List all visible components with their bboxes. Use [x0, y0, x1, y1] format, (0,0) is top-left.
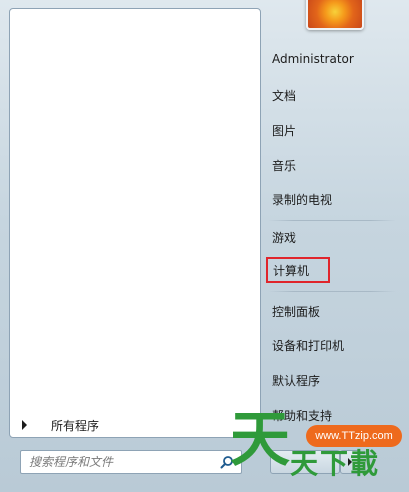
expand-arrow-icon: [22, 420, 27, 430]
user-name-item[interactable]: Administrator: [266, 46, 392, 72]
all-programs-label: 所有程序: [51, 418, 100, 433]
music-item[interactable]: 音乐: [266, 152, 392, 178]
control-panel-item[interactable]: 控制面板: [266, 298, 392, 324]
devices-printers-item[interactable]: 设备和打印机: [266, 332, 392, 358]
all-programs-item[interactable]: 所有程序: [20, 415, 256, 435]
search-icon[interactable]: [217, 452, 237, 472]
search-input[interactable]: [21, 455, 217, 469]
shutdown-options-button[interactable]: [340, 450, 360, 474]
programs-panel: 所有程序: [9, 8, 261, 438]
arrow-right-icon: [348, 458, 352, 466]
computer-item[interactable]: 计算机: [266, 257, 330, 283]
games-item[interactable]: 游戏: [266, 224, 392, 250]
search-box[interactable]: [20, 450, 242, 474]
start-menu: 所有程序 Administrator 文档 图片 音乐 录制的电视 游戏 计算机…: [0, 0, 409, 492]
separator: [268, 291, 396, 292]
separator: [268, 220, 396, 221]
watermark-badge: www.TTzip.com: [306, 425, 402, 447]
recorded-tv-item[interactable]: 录制的电视: [266, 186, 392, 212]
pictures-item[interactable]: 图片: [266, 117, 392, 143]
default-programs-item[interactable]: 默认程序: [266, 367, 392, 393]
documents-item[interactable]: 文档: [266, 82, 392, 108]
places-panel: Administrator 文档 图片 音乐 录制的电视 游戏 计算机 控制面板…: [262, 40, 402, 440]
user-avatar[interactable]: [306, 0, 364, 30]
shutdown-button[interactable]: [270, 450, 340, 474]
